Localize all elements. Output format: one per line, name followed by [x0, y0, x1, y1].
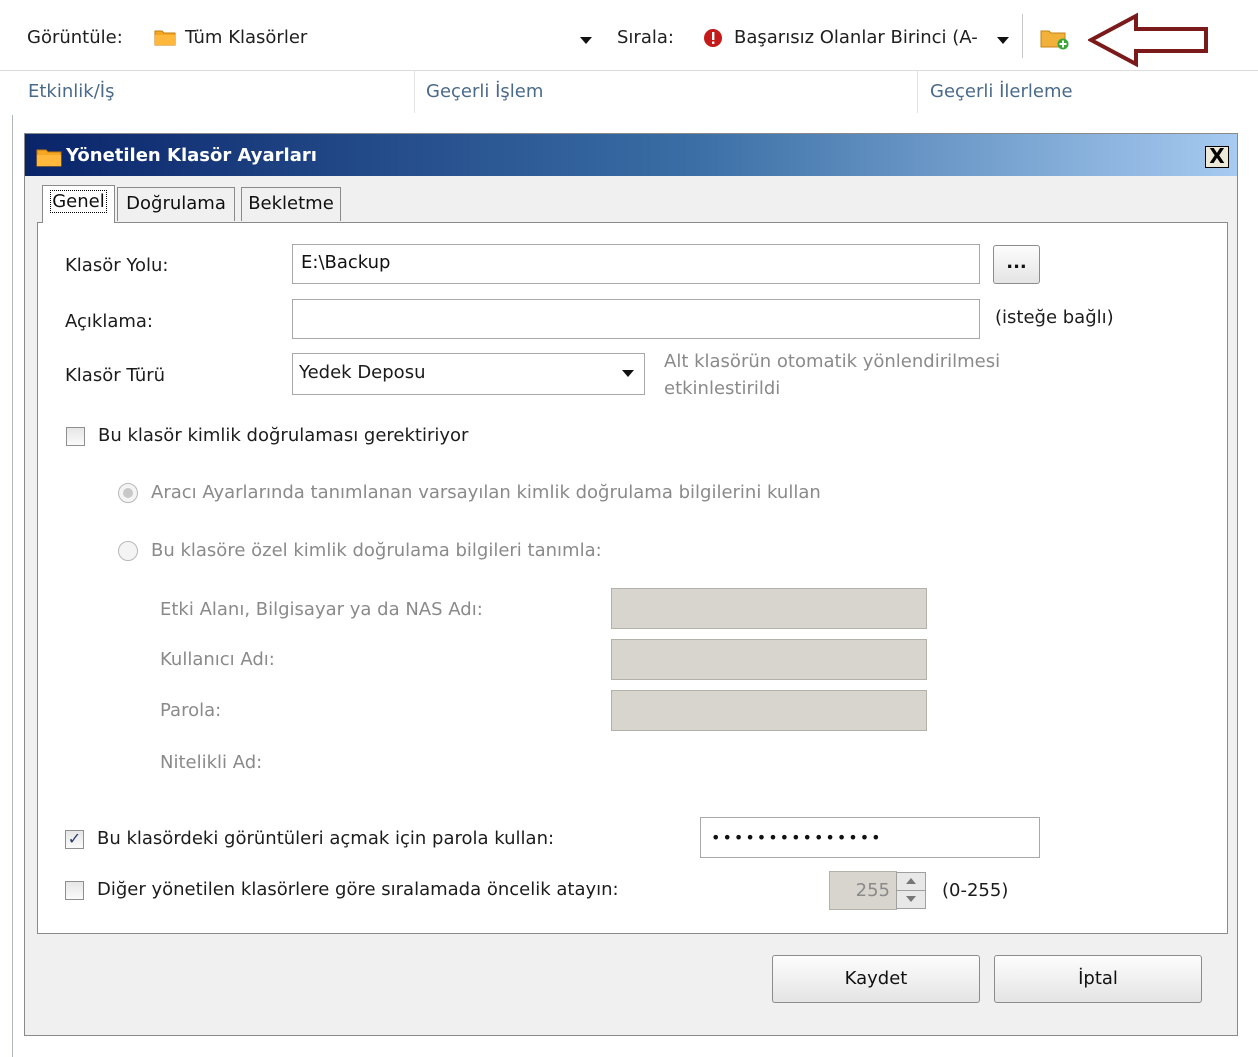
priority-checkbox[interactable] — [65, 881, 84, 900]
auth-required-checkbox[interactable] — [66, 427, 85, 446]
priority-input[interactable]: 255 — [829, 871, 897, 910]
image-password-input[interactable]: ••••••••••••••• — [700, 817, 1040, 858]
view-select[interactable]: Tüm Klasörler — [185, 27, 307, 48]
tab-general[interactable]: Genel — [42, 185, 115, 223]
radio-custom-credentials-label: Bu klasöre özel kimlik doğrulama bilgile… — [151, 540, 602, 561]
sort-select[interactable]: Başarısız Olanlar Birinci (A- — [734, 27, 978, 48]
folder-type-note-line1: Alt klasörün otomatik yönlendirilmesi — [664, 351, 1001, 372]
view-label: Görüntüle: — [27, 27, 123, 48]
cancel-button[interactable]: İptal — [994, 955, 1202, 1003]
domain-input[interactable] — [611, 588, 927, 629]
folder-icon — [36, 147, 62, 172]
dialog-title: Yönetilen Klasör Ayarları — [66, 145, 317, 166]
close-button[interactable]: X — [1205, 146, 1229, 168]
folder-type-select[interactable]: Yedek Deposu — [292, 353, 645, 395]
qualified-name-label: Nitelikli Ad: — [160, 752, 263, 773]
save-button[interactable]: Kaydet — [772, 955, 980, 1003]
optional-note: (isteğe bağlı) — [995, 307, 1114, 328]
folder-type-label: Klasör Türü — [65, 365, 166, 386]
add-folder-icon[interactable] — [1040, 28, 1070, 55]
priority-stepper[interactable] — [896, 872, 926, 909]
check-icon: ✓ — [67, 829, 82, 848]
column-divider[interactable] — [414, 71, 415, 113]
toolbar: Görüntüle: Tüm Klasörler Sırala: Başarıs… — [0, 0, 1258, 71]
domain-label: Etki Alanı, Bilgisayar ya da NAS Adı: — [160, 599, 483, 620]
image-password-checkbox[interactable]: ✓ — [65, 830, 84, 849]
radio-default-credentials[interactable] — [118, 483, 138, 503]
toolbar-divider — [1022, 14, 1023, 58]
folder-path-label: Klasör Yolu: — [65, 255, 169, 276]
description-label: Açıklama: — [65, 311, 153, 332]
tab-general-label: Genel — [50, 190, 107, 213]
left-arrow-icon — [1086, 12, 1212, 73]
folder-type-chevron-down-icon[interactable] — [622, 370, 634, 377]
priority-label: Diğer yönetilen klasörlere göre sıralama… — [97, 879, 619, 900]
description-input[interactable] — [292, 299, 980, 339]
priority-range: (0-255) — [942, 880, 1009, 901]
sort-label: Sırala: — [617, 27, 674, 48]
frame-border — [12, 115, 13, 1057]
auth-required-label: Bu klasör kimlik doğrulaması gerektiriyo… — [98, 425, 469, 446]
username-label: Kullanıcı Adı: — [160, 649, 275, 670]
password-input[interactable] — [611, 690, 927, 731]
image-password-label: Bu klasördeki görüntüleri açmak için par… — [97, 828, 555, 849]
stepper-down-button[interactable] — [897, 891, 925, 908]
folder-icon — [154, 28, 176, 51]
radio-default-credentials-label: Aracı Ayarlarında tanımlanan varsayılan … — [151, 482, 821, 503]
stepper-up-button[interactable] — [897, 873, 925, 891]
username-input[interactable] — [611, 639, 927, 680]
column-header-current-progress[interactable]: Geçerli İlerleme — [930, 81, 1073, 102]
sort-dropdown-chevron-icon[interactable] — [997, 37, 1009, 44]
arrow-up-icon — [906, 878, 916, 884]
arrow-down-icon — [906, 896, 916, 902]
error-icon — [703, 28, 723, 53]
browse-button[interactable]: ... — [993, 245, 1040, 284]
radio-custom-credentials[interactable] — [118, 541, 138, 561]
folder-type-value: Yedek Deposu — [299, 362, 426, 383]
column-header-activity[interactable]: Etkinlik/İş — [28, 81, 114, 102]
password-label: Parola: — [160, 700, 222, 721]
view-dropdown-chevron-icon[interactable] — [580, 37, 592, 44]
folder-type-note-line2: etkinlestirildi — [664, 378, 781, 399]
tab-authentication[interactable]: Doğrulama — [117, 187, 235, 221]
column-header-current-operation[interactable]: Geçerli İşlem — [426, 81, 543, 102]
folder-path-input[interactable]: E:\Backup — [292, 244, 980, 284]
tab-retention[interactable]: Bekletme — [241, 187, 341, 221]
column-divider[interactable] — [917, 71, 918, 113]
